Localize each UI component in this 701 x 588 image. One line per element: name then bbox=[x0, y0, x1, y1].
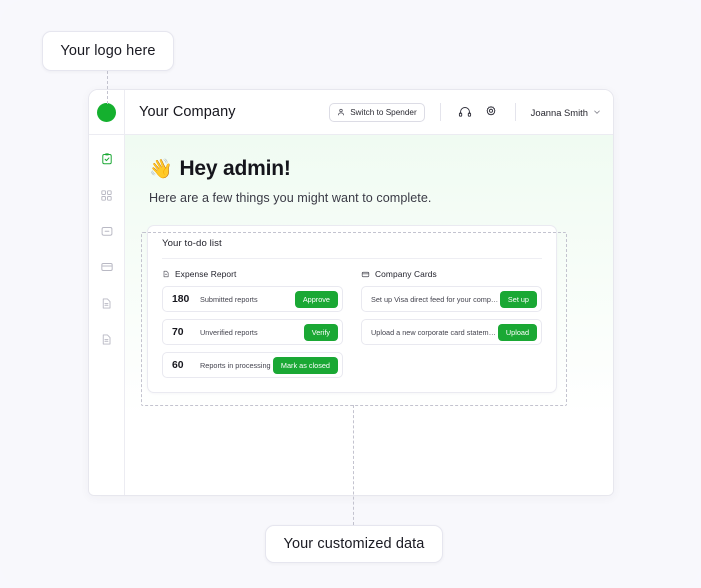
app-window: Your Company Switch to Spender Joanna Sm… bbox=[88, 89, 614, 496]
folder-icon bbox=[100, 224, 114, 238]
headset-icon[interactable] bbox=[456, 103, 474, 121]
task-count: 70 bbox=[172, 326, 184, 338]
verify-button[interactable]: Verify bbox=[303, 323, 338, 341]
task-label: Unverified reports bbox=[200, 327, 258, 337]
logo-callout: Your logo here bbox=[42, 31, 174, 71]
user-menu[interactable]: Joanna Smith bbox=[531, 107, 601, 118]
document-icon bbox=[100, 297, 113, 310]
task-row[interactable]: 70 Unverified reports Verify bbox=[162, 319, 343, 345]
card-icon bbox=[100, 260, 114, 274]
company-cards-label: Company Cards bbox=[375, 269, 437, 279]
chevron-down-icon bbox=[593, 108, 601, 116]
greeting-title: 👋 Hey admin! bbox=[149, 157, 589, 181]
user-name: Joanna Smith bbox=[530, 106, 588, 118]
app-body: 👋 Hey admin! Here are a few things you m… bbox=[89, 135, 613, 495]
top-bar-divider bbox=[439, 103, 441, 121]
sidebar-item-folders[interactable] bbox=[97, 221, 117, 241]
card-icon bbox=[361, 270, 370, 279]
sidebar-item-tasks[interactable] bbox=[97, 149, 117, 169]
greeting-block: 👋 Hey admin! Here are a few things you m… bbox=[125, 157, 613, 205]
top-bar-content: Your Company Switch to Spender Joanna Sm… bbox=[125, 90, 613, 134]
green-circle-logo-icon bbox=[97, 102, 116, 122]
logo-callout-label: Your logo here bbox=[60, 43, 156, 59]
task-row[interactable]: 60 Reports in processing Mark as closed bbox=[162, 352, 343, 378]
switch-to-spender-button[interactable]: Switch to Spender bbox=[329, 102, 425, 122]
grid-icon bbox=[100, 189, 113, 202]
company-cards-heading: Company Cards bbox=[361, 269, 542, 279]
top-bar: Your Company Switch to Spender Joanna Sm… bbox=[89, 90, 613, 135]
waving-hand-icon: 👋 bbox=[149, 159, 173, 180]
set-up-button[interactable]: Set up bbox=[499, 290, 537, 308]
sidebar-item-dashboard[interactable] bbox=[97, 185, 117, 205]
task-row[interactable]: Set up Visa direct feed for your company… bbox=[361, 286, 542, 312]
greeting-subtitle: Here are a few things you might want to … bbox=[149, 191, 432, 205]
task-label: Set up Visa direct feed for your company bbox=[371, 294, 500, 304]
task-label: Submitted reports bbox=[200, 294, 258, 304]
sidebar bbox=[89, 135, 125, 495]
top-bar-divider-2 bbox=[514, 103, 516, 121]
todo-column-company-cards: Company Cards Set up Visa direct feed fo… bbox=[361, 269, 542, 378]
task-row[interactable]: 180 Submitted reports Approve bbox=[162, 286, 343, 312]
approve-button[interactable]: Approve bbox=[294, 290, 338, 308]
upload-button[interactable]: Upload bbox=[497, 323, 537, 341]
greeting-title-text: Hey admin! bbox=[179, 157, 291, 180]
task-label: Upload a new corporate card statement bbox=[371, 327, 498, 337]
person-icon bbox=[337, 108, 345, 116]
company-name: Your Company bbox=[139, 104, 236, 120]
switch-to-spender-label: Switch to Spender bbox=[350, 107, 417, 117]
expense-report-label: Expense Report bbox=[175, 269, 237, 279]
logo-callout-connector bbox=[107, 71, 108, 104]
mark-as-closed-button[interactable]: Mark as closed bbox=[272, 356, 338, 374]
document-icon bbox=[100, 333, 113, 346]
clipboard-check-icon bbox=[100, 152, 114, 166]
todo-column-expense-report: Expense Report 180 Submitted reports App… bbox=[162, 269, 343, 378]
task-label: Reports in processing bbox=[200, 360, 271, 370]
task-count: 60 bbox=[172, 359, 184, 371]
task-count: 180 bbox=[172, 293, 190, 305]
main-content: 👋 Hey admin! Here are a few things you m… bbox=[125, 135, 613, 495]
expense-report-heading: Expense Report bbox=[162, 269, 343, 279]
customized-data-callout: Your customized data bbox=[265, 525, 443, 563]
sidebar-item-statements[interactable] bbox=[97, 329, 117, 349]
document-icon bbox=[162, 270, 170, 278]
todo-columns: Expense Report 180 Submitted reports App… bbox=[162, 269, 542, 378]
gear-icon[interactable] bbox=[482, 103, 500, 121]
todo-card: Your to-do list Expense Report 180 Submi… bbox=[147, 225, 557, 393]
todo-card-title: Your to-do list bbox=[162, 238, 542, 259]
customized-data-callout-label: Your customized data bbox=[283, 536, 425, 552]
sidebar-item-cards[interactable] bbox=[97, 257, 117, 277]
task-row[interactable]: Upload a new corporate card statement Up… bbox=[361, 319, 542, 345]
sidebar-item-reports[interactable] bbox=[97, 293, 117, 313]
data-callout-connector bbox=[353, 405, 354, 525]
